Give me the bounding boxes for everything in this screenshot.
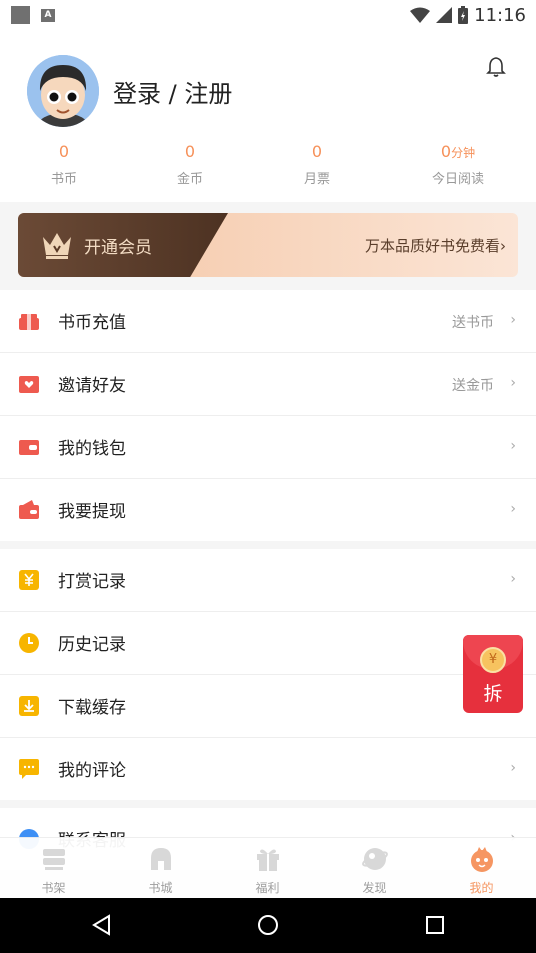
- chevron-right-icon: ›: [510, 760, 516, 776]
- bell-icon[interactable]: [486, 56, 506, 78]
- stat-value: 0: [440, 142, 452, 161]
- tab-label: 书城: [148, 881, 173, 895]
- menu-group-records: 打赏记录 › 历史记录 下载缓存 我的评论 ›: [0, 549, 536, 800]
- status-right: 11:16: [410, 4, 526, 26]
- menu-label: 历史记录: [58, 635, 126, 655]
- chevron-right-icon: ›: [510, 571, 516, 587]
- menu-label: 下载缓存: [58, 698, 126, 718]
- wallet-icon: [19, 440, 39, 455]
- battery-icon: [458, 6, 469, 24]
- coin-icon: ¥: [480, 647, 506, 673]
- vip-promo: 万本品质好书免费看: [364, 237, 500, 255]
- download-icon: [19, 696, 39, 716]
- stat-monthly-tickets[interactable]: 0 月票: [257, 140, 377, 187]
- tab-label: 书架: [41, 881, 66, 895]
- menu-item-wallet[interactable]: 我的钱包 ›: [0, 416, 536, 479]
- chevron-right-icon: ›: [510, 438, 516, 454]
- menu-label: 书币充值: [58, 313, 126, 333]
- menu-sub: 送金币: [452, 378, 494, 394]
- tab-bookshelf[interactable]: 书架: [0, 844, 107, 896]
- stat-value: 0: [184, 142, 196, 161]
- recents-icon[interactable]: [423, 913, 447, 937]
- stat-label: 书币: [50, 172, 77, 187]
- bookstore-icon: [150, 848, 171, 870]
- back-icon[interactable]: [90, 913, 114, 937]
- menu-item-reward-records[interactable]: 打赏记录 ›: [0, 549, 536, 612]
- menu-label: 邀请好友: [58, 376, 126, 396]
- chevron-right-icon: ›: [510, 312, 516, 328]
- tab-mine[interactable]: 我的: [428, 844, 535, 896]
- stat-value: 0: [58, 142, 70, 161]
- tab-bookstore[interactable]: 书城: [107, 844, 214, 896]
- menu-label: 我的钱包: [58, 439, 126, 459]
- menu-group-account: 书币充值 送书币 › 邀请好友 送金币 › 我的钱包 › 我要提现 ›: [0, 290, 536, 541]
- withdraw-icon: [19, 500, 39, 519]
- login-register-link[interactable]: 登录 / 注册: [113, 74, 232, 109]
- menu-sub: 送书币: [452, 315, 494, 331]
- stat-value: 0: [311, 142, 323, 161]
- stat-label: 今日阅读: [431, 172, 484, 187]
- vip-open-label: 开通会员: [84, 238, 152, 258]
- discover-icon: [361, 848, 388, 870]
- stat-book-coins[interactable]: 0 书币: [4, 140, 124, 187]
- stats-row: 0 书币 0 金币 0 月票 0分钟 今日阅读: [0, 140, 536, 190]
- red-packet-label: 拆: [483, 683, 503, 705]
- gift-box-icon: [19, 314, 39, 330]
- gift-icon: [256, 849, 279, 871]
- invite-envelope-icon: [19, 376, 39, 393]
- notification-badge-icon: A: [41, 9, 55, 22]
- chevron-right-icon: ›: [510, 375, 516, 391]
- system-nav-bar: [0, 898, 536, 953]
- tab-welfare[interactable]: 福利: [214, 844, 321, 896]
- tab-label: 我的: [469, 881, 494, 895]
- comment-icon: [19, 759, 39, 779]
- menu-item-invite[interactable]: 邀请好友 送金币 ›: [0, 353, 536, 416]
- stat-label: 金币: [176, 172, 203, 187]
- bottom-tab-bar: 书架 书城 福利 发现 我的: [0, 837, 536, 899]
- home-icon[interactable]: [256, 913, 280, 937]
- wifi-icon: [410, 7, 431, 23]
- clock-text: 11:16: [474, 4, 526, 26]
- menu-label: 打赏记录: [58, 572, 126, 592]
- vip-banner[interactable]: 开通会员 万本品质好书免费看›: [18, 213, 518, 277]
- red-packet-button[interactable]: ¥ 拆: [463, 635, 523, 713]
- bookshelf-icon: [42, 849, 65, 870]
- reward-icon: [19, 570, 39, 590]
- menu-item-comments[interactable]: 我的评论 ›: [0, 738, 536, 800]
- stat-label: 月票: [303, 172, 330, 187]
- tab-label: 福利: [255, 881, 280, 895]
- menu-item-recharge[interactable]: 书币充值 送书币 ›: [0, 290, 536, 353]
- menu-item-downloads[interactable]: 下载缓存: [0, 675, 536, 738]
- tab-label: 发现: [362, 881, 387, 895]
- chevron-right-icon: ›: [510, 501, 516, 517]
- status-bar: A 11:16: [0, 0, 536, 30]
- chevron-right-icon: ›: [500, 237, 506, 255]
- vip-promo-text: 万本品质好书免费看›: [365, 235, 506, 256]
- avatar-illustration-icon: [27, 55, 99, 127]
- avatar[interactable]: [27, 55, 99, 127]
- stat-unit: 分钟: [451, 146, 476, 160]
- notification-icon: [11, 6, 30, 24]
- profile-header: 登录 / 注册 0 书币 0 金币 0 月票 0分钟 今日阅读: [0, 30, 536, 202]
- mine-mascot-icon: [470, 847, 493, 872]
- clock-icon: [19, 633, 39, 653]
- menu-label: 我的评论: [58, 761, 126, 781]
- menu-label: 我要提现: [58, 502, 126, 522]
- crown-icon: [43, 233, 71, 259]
- menu-item-history[interactable]: 历史记录: [0, 612, 536, 675]
- stat-gold-coins[interactable]: 0 金币: [130, 140, 250, 187]
- stat-reading-today[interactable]: 0分钟 今日阅读: [398, 140, 518, 187]
- tab-discover[interactable]: 发现: [321, 844, 428, 896]
- menu-item-withdraw[interactable]: 我要提现 ›: [0, 479, 536, 541]
- signal-icon: [436, 7, 453, 23]
